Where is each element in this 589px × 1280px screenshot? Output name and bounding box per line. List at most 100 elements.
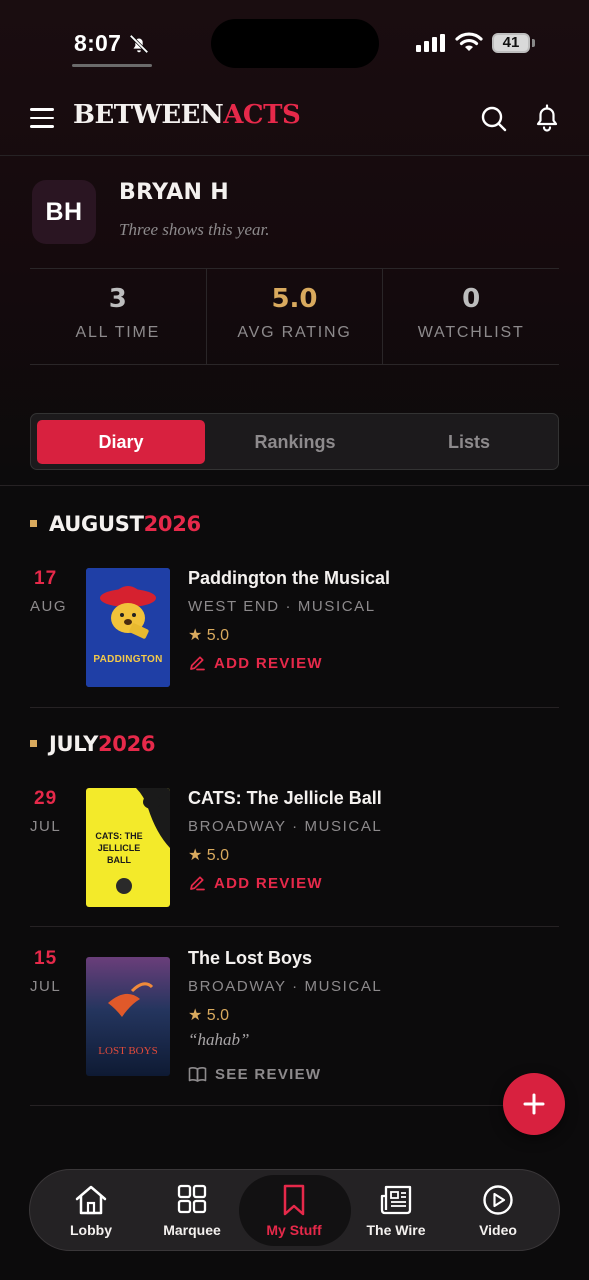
entry-meta: BROADWAY · MUSICAL [188, 818, 383, 835]
stat-label: WATCHLIST [417, 324, 525, 341]
poster-title: CATS: THE JELLICLE BALL [95, 831, 143, 865]
stat-value: 5.0 [271, 284, 318, 314]
pencil-icon [190, 656, 205, 671]
stat-value: 3 [108, 284, 127, 314]
battery-nub [532, 39, 535, 47]
book-open-icon [188, 1067, 207, 1082]
nav-label: Lobby [70, 1222, 112, 1238]
nav-label: The Wire [366, 1222, 426, 1238]
time-underline [72, 64, 152, 67]
tab-lists[interactable]: Lists [385, 420, 553, 464]
nav-video[interactable]: Video [448, 1170, 548, 1250]
nav-lobby[interactable]: Lobby [41, 1170, 141, 1250]
stat-value: 0 [462, 284, 481, 314]
bottom-navigation: Lobby Marquee My Stuff The Wire Video [29, 1169, 560, 1251]
month-header-august: AUGUST2026 [30, 512, 201, 536]
month-bullet [30, 739, 37, 747]
entry-divider [30, 926, 559, 927]
status-time: 8:07 [74, 30, 122, 56]
entry-day: 17 [34, 568, 58, 589]
entry-divider [30, 1105, 559, 1106]
user-name: BRYAN H [119, 180, 229, 205]
show-poster[interactable]: PADDINGTON [86, 568, 170, 687]
stat-avg-rating[interactable]: 5.0 AVG RATING [205, 269, 383, 364]
nav-label: Video [479, 1222, 517, 1238]
entry-divider [30, 707, 559, 708]
header-divider [0, 155, 589, 156]
entry-meta: WEST END · MUSICAL [188, 598, 376, 615]
stat-watchlist[interactable]: 0 WATCHLIST [382, 269, 559, 364]
user-tagline: Three shows this year. [119, 220, 270, 239]
tab-rankings[interactable]: Rankings [211, 420, 379, 464]
month-header-july: JULY2026 [30, 732, 156, 756]
entry-meta: BROADWAY · MUSICAL [188, 978, 383, 995]
home-icon [75, 1185, 107, 1215]
stat-all-time[interactable]: 3 ALL TIME [30, 269, 206, 364]
hamburger-menu-icon[interactable] [30, 108, 54, 130]
diary-entry-lost-boys[interactable]: 15 JUL LOST BOYS The Lost Boys BROADWAY … [30, 948, 559, 1088]
brand-logo[interactable]: BETWEENACTS [73, 100, 301, 130]
grid-icon [177, 1184, 207, 1214]
add-review-label: ADD REVIEW [214, 874, 323, 892]
nav-label: Marquee [163, 1222, 221, 1238]
entry-month: JUL [30, 818, 62, 835]
poster-title: LOST BOYS [98, 1045, 158, 1057]
month-label: JULY [49, 732, 98, 756]
month-year: 2026 [97, 732, 156, 756]
nav-my-stuff[interactable]: My Stuff [244, 1170, 344, 1250]
entry-title: Paddington the Musical [188, 568, 391, 588]
stat-label: AVG RATING [237, 324, 352, 341]
show-poster[interactable]: LOST BOYS [86, 957, 170, 1076]
entry-rating: ★ 5.0 [188, 627, 230, 644]
month-bullet [30, 519, 37, 527]
add-review-label: ADD REVIEW [214, 654, 323, 672]
entry-rating: ★ 5.0 [188, 1007, 230, 1024]
stat-label: ALL TIME [75, 324, 161, 341]
nav-the-wire[interactable]: The Wire [346, 1170, 446, 1250]
entry-month: JUL [30, 978, 62, 995]
wifi-icon [455, 32, 483, 51]
battery-indicator: 41 [492, 33, 530, 53]
diary-entry-paddington[interactable]: 17 AUG PADDINGTON Paddington the Musical… [30, 568, 559, 688]
tab-diary[interactable]: Diary [37, 420, 205, 464]
add-review-button[interactable]: ADD REVIEW [188, 654, 323, 672]
entry-day: 15 [34, 948, 58, 969]
avatar[interactable]: BH [32, 180, 96, 244]
play-icon [483, 1185, 513, 1215]
entry-rating: ★ 5.0 [188, 847, 230, 864]
entry-month: AUG [30, 598, 68, 615]
search-icon[interactable] [480, 105, 508, 133]
notifications-bell-icon[interactable] [533, 103, 561, 133]
view-tabs: Diary Rankings Lists [30, 413, 559, 470]
entry-title: CATS: The Jellicle Ball [188, 788, 382, 808]
poster-title: PADDINGTON [93, 654, 163, 665]
lost-boys-poster-art [86, 957, 170, 1076]
entry-day: 29 [34, 788, 58, 809]
nav-marquee[interactable]: Marquee [142, 1170, 242, 1250]
month-label: AUGUST [49, 512, 144, 536]
pencil-icon [190, 876, 205, 891]
nav-label: My Stuff [266, 1222, 322, 1238]
paddington-poster-art [86, 568, 170, 687]
plus-icon [523, 1093, 545, 1115]
entry-title: The Lost Boys [188, 948, 313, 968]
profile-stats: 3 ALL TIME 5.0 AVG RATING 0 WATCHLIST [30, 268, 559, 365]
diary-entry-cats[interactable]: 29 JUL CATS: THE JELLICLE BALL CATS: The… [30, 788, 559, 908]
show-poster[interactable]: CATS: THE JELLICLE BALL [86, 788, 170, 907]
bookmark-icon [283, 1184, 305, 1216]
bell-slash-icon [129, 34, 149, 54]
status-bar: 8:07 41 [0, 0, 589, 80]
newspaper-icon [380, 1185, 412, 1215]
add-review-button[interactable]: ADD REVIEW [188, 874, 323, 892]
see-review-button[interactable]: SEE REVIEW [188, 1066, 321, 1083]
tabs-divider [0, 485, 589, 486]
brand-logo-part2: ACTS [223, 100, 301, 130]
brand-logo-part1: BETWEEN [73, 100, 224, 130]
entry-review-quote: “hahab” [188, 1030, 250, 1049]
dynamic-island [211, 19, 379, 68]
month-year: 2026 [143, 512, 202, 536]
cellular-signal-icon [416, 34, 445, 52]
add-entry-button[interactable] [503, 1073, 565, 1135]
see-review-label: SEE REVIEW [215, 1066, 322, 1083]
app-header: BETWEENACTS [0, 90, 589, 154]
